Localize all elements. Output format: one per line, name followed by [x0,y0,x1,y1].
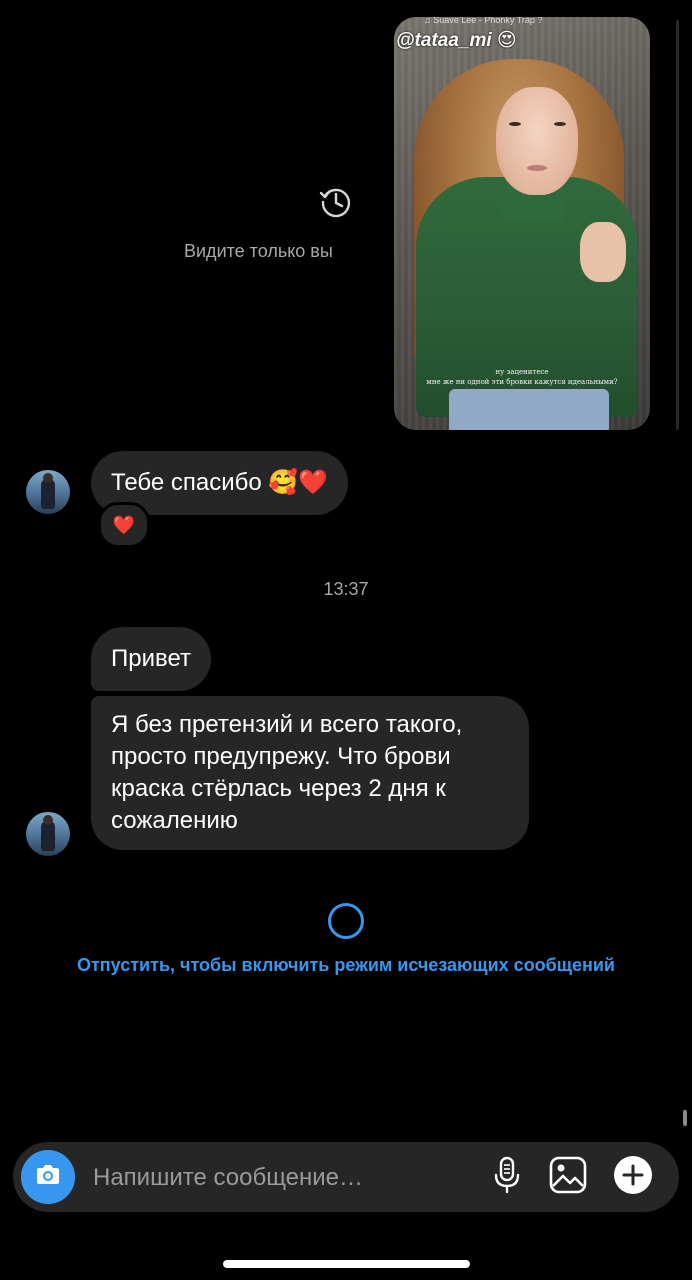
replay-clock-icon [318,184,354,220]
camera-button[interactable] [21,1150,75,1204]
shared-story-preview[interactable]: ♫ Suave Lee - Phonky Trap ? @tataa_mi 😍 … [394,17,650,430]
heart-reaction-badge[interactable]: ❤️ [98,502,150,548]
vanish-mode-progress-ring [328,903,364,939]
message-bubble[interactable]: Я без претензий и всего такого, просто п… [91,696,529,850]
home-indicator[interactable] [223,1260,470,1268]
scrollbar[interactable] [683,1110,687,1126]
message-text: Тебе спасибо 🥰❤️ [111,469,329,496]
avatar[interactable] [26,470,70,514]
gallery-button[interactable] [548,1155,588,1200]
only-you-notice: Видите только вы [184,241,333,261]
story-caption-line1: ну заценитесе [495,368,549,376]
message-timestamp: 13:37 [323,579,369,599]
story-photo-eye [554,122,566,126]
story-photo-lips [527,165,547,171]
microphone-icon [490,1155,524,1200]
message-bubble[interactable]: Привет [91,627,212,691]
add-button[interactable] [613,1155,653,1200]
heart-icon: ❤️ [112,514,136,535]
story-scrollbar [676,20,679,430]
message-text: Привет [111,645,192,672]
avatar[interactable] [26,812,70,856]
story-music-label: ♫ Suave Lee - Phonky Trap ? [424,17,543,25]
story-photo-face [496,87,578,195]
microphone-button[interactable] [487,1155,527,1200]
plus-icon [613,1155,653,1200]
vanish-mode-hint: Отпустить, чтобы включить режим исчезающ… [76,955,615,975]
story-caption-line2: мне же ни одной эти бровки кажутся идеал… [426,378,618,386]
message-input[interactable] [91,1159,475,1197]
story-photo-hand [580,222,626,282]
story-photo-jeans [449,389,609,430]
message-text: Я без претензий и всего такого, просто п… [111,711,463,834]
gallery-icon [548,1155,588,1200]
message-composer [13,1142,679,1212]
camera-icon [33,1160,63,1195]
story-photo-eye [509,122,521,126]
story-mention[interactable]: @tataa_mi 😍 [396,29,517,52]
